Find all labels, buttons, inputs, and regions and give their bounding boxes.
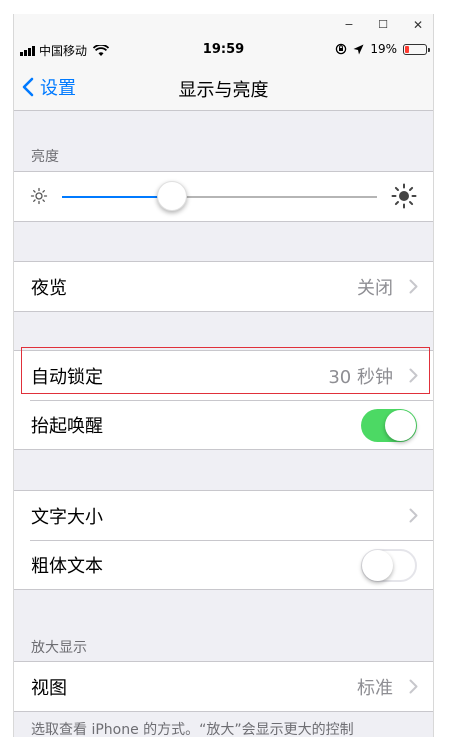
night-shift-label: 夜览 xyxy=(31,278,67,299)
window-controls: − ☐ ✕ xyxy=(14,14,433,36)
maximize-button[interactable]: ☐ xyxy=(374,16,392,34)
zoom-group: 视图 标准 xyxy=(14,661,433,712)
chevron-right-icon xyxy=(409,679,418,694)
view-label: 视图 xyxy=(31,678,67,699)
battery-icon xyxy=(403,43,430,55)
sun-large-icon xyxy=(391,183,417,209)
bold-text-toggle[interactable] xyxy=(361,549,417,582)
brightness-slider-row xyxy=(14,172,433,221)
brightness-slider-knob[interactable] xyxy=(157,181,188,211)
brightness-fill xyxy=(62,196,173,198)
raise-to-wake-row: 抬起唤醒 xyxy=(14,400,433,449)
status-bar: 中国移动 19:59 19% xyxy=(14,36,433,64)
bold-text-label: 粗体文本 xyxy=(31,556,103,577)
auto-lock-value: 30 秒钟 xyxy=(328,367,393,388)
toggle-knob xyxy=(362,550,393,581)
text-group: 文字大小 粗体文本 xyxy=(14,490,433,590)
navigation-bar: 设置 显示与亮度 xyxy=(14,64,433,111)
chevron-right-icon xyxy=(409,368,418,383)
minimize-button[interactable]: − xyxy=(340,16,358,34)
raise-to-wake-toggle[interactable] xyxy=(361,409,417,442)
toggle-knob xyxy=(385,410,416,441)
battery-percent: 19% xyxy=(370,42,397,56)
text-size-label: 文字大小 xyxy=(31,507,103,528)
night-shift-group: 夜览 关闭 xyxy=(14,261,433,312)
auto-lock-row[interactable]: 自动锁定 30 秒钟 xyxy=(14,351,433,400)
night-shift-row[interactable]: 夜览 关闭 xyxy=(14,262,433,311)
location-icon xyxy=(353,44,364,54)
lock-group: 自动锁定 30 秒钟 抬起唤醒 xyxy=(14,350,433,450)
status-icons: 19% xyxy=(335,42,430,56)
view-row[interactable]: 视图 标准 xyxy=(14,662,433,711)
brightness-header: 亮度 xyxy=(31,149,59,165)
orientation-lock-icon xyxy=(336,43,347,55)
close-button[interactable]: ✕ xyxy=(409,16,427,34)
sun-small-icon xyxy=(30,187,48,205)
auto-lock-label: 自动锁定 xyxy=(31,367,103,388)
chevron-right-icon xyxy=(409,279,418,294)
zoom-footer-text: 选取查看 iPhone 的方式。“放大”会显示更大的控制 xyxy=(31,722,354,737)
battery-level xyxy=(405,45,409,53)
raise-to-wake-label: 抬起唤醒 xyxy=(31,416,103,437)
view-value: 标准 xyxy=(357,678,393,699)
night-shift-value: 关闭 xyxy=(357,278,393,299)
brightness-slider[interactable] xyxy=(62,181,377,211)
chevron-right-icon xyxy=(409,508,418,523)
text-size-row[interactable]: 文字大小 xyxy=(14,491,433,540)
bold-text-row: 粗体文本 xyxy=(14,540,433,589)
page-title: 显示与亮度 xyxy=(178,80,269,101)
zoom-header: 放大显示 xyxy=(31,640,87,656)
app-window: − ☐ ✕ 中国移动 19:59 19% 设置 显示与亮度 亮度 夜览 关闭 自… xyxy=(13,14,434,737)
brightness-group xyxy=(14,171,433,222)
